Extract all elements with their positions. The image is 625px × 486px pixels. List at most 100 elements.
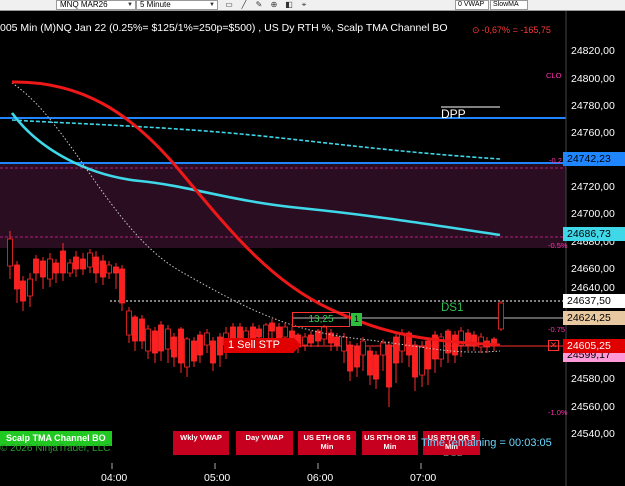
- pct-label: CLO: [546, 71, 562, 80]
- y-tick: 24820,00: [571, 45, 615, 57]
- candle-body: [119, 268, 125, 304]
- day-vwap-button[interactable]: Day VWAP: [236, 431, 293, 455]
- candle-body: [498, 302, 504, 330]
- price-tag-dpp: 24742,23: [563, 152, 625, 166]
- candle-body: [197, 334, 203, 356]
- candle-body: [191, 340, 197, 362]
- chart-tool-icon[interactable]: ⌖: [297, 0, 311, 10]
- candle-body: [452, 334, 458, 356]
- candle-body: [14, 264, 20, 290]
- order-profit-box[interactable]: 13,25: [292, 312, 350, 327]
- candle-body: [113, 266, 119, 274]
- candle-body: [67, 262, 73, 274]
- toolbar: MNQ MAR26 ▼ 5 Minute ▼ ▭ ╱ ✎ ⊕ ◧ ⌖ 0 VWA…: [0, 0, 625, 11]
- instrument-selector[interactable]: MNQ MAR26 ▼: [56, 0, 136, 10]
- candle-body: [347, 344, 353, 372]
- price-tag-tma: 24686,73: [563, 227, 625, 241]
- vwap-toggle[interactable]: 0 VWAP: [455, 0, 489, 10]
- chart-tool-icon[interactable]: ◧: [282, 0, 296, 10]
- candle-body: [27, 278, 33, 297]
- candle-body: [425, 340, 431, 370]
- x-axis-ticks: [111, 463, 422, 469]
- chart-tool-icon[interactable]: ⊕: [267, 0, 281, 10]
- candle-body: [380, 342, 386, 356]
- time-remaining: Time remaining = 00:03:05: [421, 437, 552, 449]
- x-tick: 06:00: [307, 472, 334, 484]
- y-tick: 24660,00: [571, 263, 615, 275]
- cancel-order-icon[interactable]: ✕: [548, 340, 559, 351]
- eth-or-5-button[interactable]: US ETH OR 5 Min: [298, 431, 356, 455]
- price-chart[interactable]: [0, 11, 625, 486]
- pct-label: -0.2: [549, 156, 562, 165]
- candle-body: [478, 336, 484, 348]
- dpp-label: DPP: [441, 107, 466, 121]
- chart-title: 005 Min (M)NQ Jan 22 (0.25%= $125/1%=250…: [0, 22, 448, 34]
- candle-body: [269, 322, 275, 332]
- candle-body: [126, 310, 132, 336]
- candle-body: [204, 332, 210, 346]
- pnl-icon: ⊙: [472, 25, 480, 35]
- chart-tool-icon[interactable]: ▭: [222, 0, 236, 10]
- chevron-down-icon: ▼: [209, 2, 215, 8]
- candle-body: [178, 328, 184, 364]
- candle-body: [132, 316, 138, 342]
- candle-body: [419, 346, 425, 376]
- candle-body: [33, 258, 39, 274]
- candle-body: [158, 324, 164, 352]
- candle-body: [139, 318, 145, 342]
- candle-body: [386, 344, 392, 388]
- sell-stop-order[interactable]: 1 Sell STP: [224, 338, 301, 353]
- candle-body: [53, 262, 59, 274]
- y-tick: 24780,00: [571, 100, 615, 112]
- candle-body: [263, 324, 269, 340]
- candle-body: [210, 340, 216, 364]
- y-tick: 24800,00: [571, 73, 615, 85]
- candle-body: [373, 354, 379, 380]
- candle-body: [282, 326, 288, 338]
- candle-body: [393, 336, 399, 364]
- pct-label: -0.5%: [548, 241, 568, 250]
- candle-body: [412, 344, 418, 378]
- candle-body: [165, 328, 171, 350]
- candle-body: [360, 340, 366, 356]
- x-tick: 07:00: [410, 472, 437, 484]
- candle-body: [152, 330, 158, 354]
- candle-body: [217, 336, 223, 356]
- candle-body: [100, 260, 106, 278]
- y-tick: 24640,00: [571, 282, 615, 294]
- rth-or-15-button[interactable]: US RTH OR 15 Min: [362, 431, 418, 455]
- copyright-text: © 2026 NinjaTrader, LLC: [0, 443, 111, 454]
- slowma-toggle[interactable]: SlowMA: [490, 0, 528, 10]
- candle-body: [47, 258, 53, 280]
- candle-body: [171, 336, 177, 358]
- instrument-label: MNQ MAR26: [60, 0, 108, 9]
- candle-body: [354, 346, 360, 368]
- y-tick: 24700,00: [571, 208, 615, 220]
- pnl-value: -0,67% = -165,75: [481, 25, 551, 35]
- interval-label: 5 Minute: [140, 0, 171, 9]
- order-qty-badge[interactable]: 1: [351, 313, 362, 326]
- pct-label: -1.0%: [548, 408, 568, 417]
- y-tick: 24760,00: [571, 127, 615, 139]
- interval-selector[interactable]: 5 Minute ▼: [136, 0, 218, 10]
- candle-body: [40, 260, 46, 278]
- candle-body: [302, 336, 308, 346]
- candle-body: [7, 238, 13, 267]
- chart-tool-icon[interactable]: ✎: [252, 0, 266, 10]
- chart-tool-icon[interactable]: ╱: [237, 0, 251, 10]
- y-tick: 24540,00: [571, 428, 615, 440]
- price-tag-current: 24624,25: [563, 311, 625, 325]
- wkly-vwap-button[interactable]: Wkly VWAP: [173, 431, 229, 455]
- candle-body: [367, 350, 373, 376]
- price-tag-stop: 24605,25: [563, 339, 625, 353]
- candle-body: [73, 256, 79, 270]
- candle-body: [341, 336, 347, 352]
- price-tag-last: 24637,50: [563, 294, 625, 308]
- candle-body: [334, 336, 340, 346]
- y-tick: 24720,00: [571, 181, 615, 193]
- candle-body: [106, 264, 112, 274]
- candle-body: [60, 250, 66, 274]
- candle-body: [308, 334, 314, 344]
- y-tick: 24580,00: [571, 373, 615, 385]
- candle-body: [256, 328, 262, 338]
